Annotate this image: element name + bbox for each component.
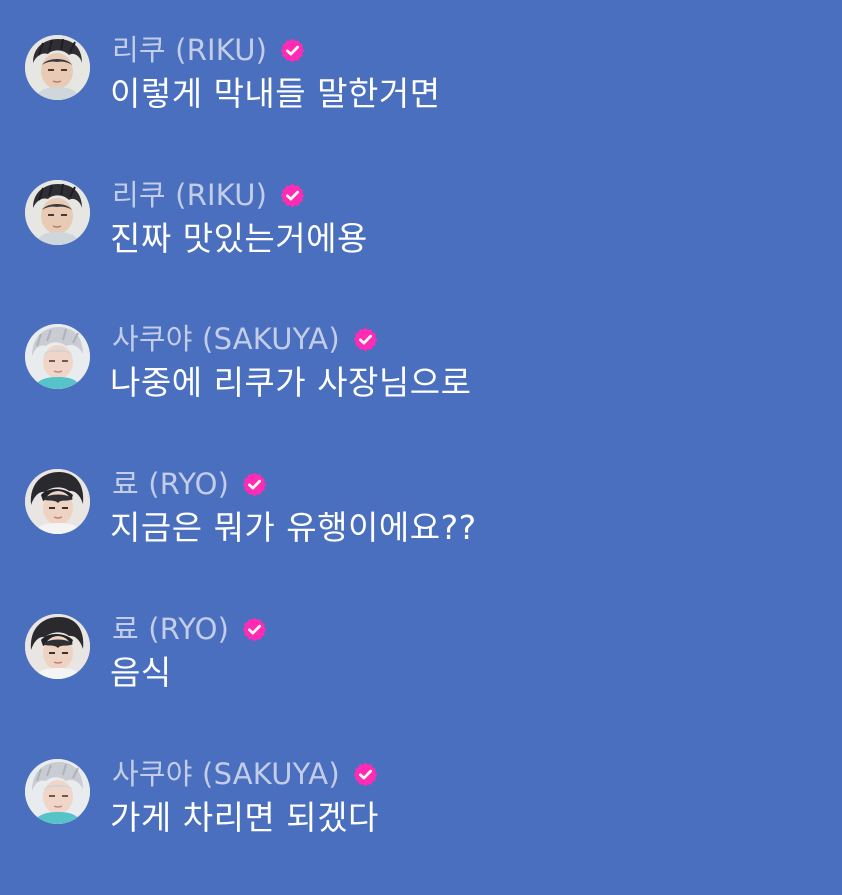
sender-name[interactable]: 리쿠 (RIKU) [112,31,267,69]
message-text: 이렇게 막내들 말한거면 [110,74,441,113]
sender-name[interactable]: 료 (RYO) [112,465,229,503]
message-text: 음식 [110,653,172,692]
verified-check-icon [352,761,379,788]
message-text: 가게 차리면 되겠다 [110,798,379,837]
verified-check-icon [241,616,268,643]
chat-message: 료 (RYO) 지금은 뭐가 유행이에요?? [0,467,842,599]
message-text: 나중에 리쿠가 사장님으로 [110,363,472,402]
chat-message: 사쿠야 (SAKUYA) 가게 차리면 되겠다 [0,757,842,889]
chat-message: 료 (RYO) 음식 [0,612,842,744]
sender-name[interactable]: 리쿠 (RIKU) [112,176,267,214]
ryo-avatar[interactable] [25,614,90,679]
riku-avatar[interactable] [25,180,90,245]
chat-message: 리쿠 (RIKU) 이렇게 막내들 말한거면 [0,33,842,165]
verified-check-icon [279,37,306,64]
verified-check-icon [279,182,306,209]
sender-name-row: 사쿠야 (SAKUYA) [112,320,379,358]
sakuya-avatar[interactable] [25,324,90,389]
sender-name-row: 리쿠 (RIKU) [112,176,306,214]
message-text: 진짜 맛있는거에용 [110,219,368,258]
sender-name[interactable]: 사쿠야 (SAKUYA) [112,755,340,793]
verified-check-icon [241,471,268,498]
chat-message: 리쿠 (RIKU) 진짜 맛있는거에용 [0,178,842,310]
message-text: 지금은 뭐가 유행이에요?? [110,508,477,547]
sender-name-row: 리쿠 (RIKU) [112,31,306,69]
verified-check-icon [352,326,379,353]
sender-name-row: 료 (RYO) [112,465,268,503]
sender-name-row: 사쿠야 (SAKUYA) [112,755,379,793]
sender-name-row: 료 (RYO) [112,610,268,648]
sender-name[interactable]: 료 (RYO) [112,610,229,648]
ryo-avatar[interactable] [25,469,90,534]
riku-avatar[interactable] [25,35,90,100]
chat-message: 사쿠야 (SAKUYA) 나중에 리쿠가 사장님으로 [0,322,842,454]
sender-name[interactable]: 사쿠야 (SAKUYA) [112,320,340,358]
sakuya-avatar[interactable] [25,759,90,824]
chat-message-list: 리쿠 (RIKU) 이렇게 막내들 말한거면 리쿠 (RIKU) 진짜 맛있는거… [0,0,842,895]
